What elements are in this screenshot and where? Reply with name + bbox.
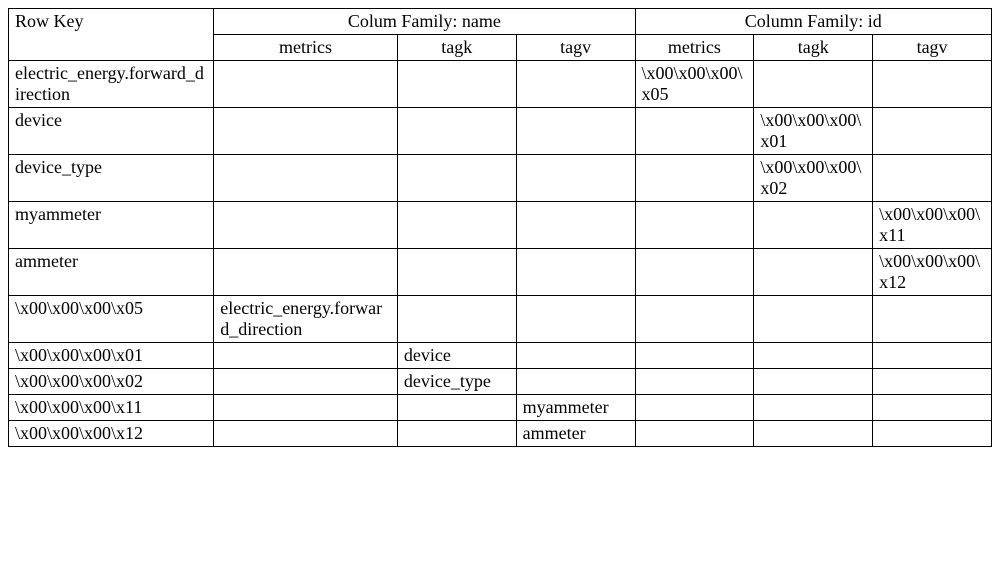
cell-id-metrics [635,395,754,421]
table-row: myammeter \x00\x00\x00\x11 [9,202,992,249]
cell-id-tagv [873,421,992,447]
cell-name-metrics: electric_energy.forward_direction [214,296,398,343]
header-id-tagk: tagk [754,35,873,61]
cell-id-metrics [635,155,754,202]
cell-name-tagk [397,395,516,421]
cell-name-metrics [214,343,398,369]
cell-row-key: \x00\x00\x00\x11 [9,395,214,421]
cell-name-tagk: device_type [397,369,516,395]
cell-name-metrics [214,421,398,447]
table-row: \x00\x00\x00\x02 device_type [9,369,992,395]
cell-name-tagv [516,249,635,296]
header-cf-id: Column Family: id [635,9,992,35]
table-row: ammeter \x00\x00\x00\x12 [9,249,992,296]
cell-row-key: device [9,108,214,155]
cell-name-tagv [516,155,635,202]
cell-row-key: \x00\x00\x00\x05 [9,296,214,343]
cell-row-key: \x00\x00\x00\x12 [9,421,214,447]
cell-name-metrics [214,395,398,421]
cell-id-tagv: \x00\x00\x00\x11 [873,202,992,249]
header-name-metrics: metrics [214,35,398,61]
cell-row-key: myammeter [9,202,214,249]
cell-row-key: electric_energy.forward_direction [9,61,214,108]
table-row: device \x00\x00\x00\x01 [9,108,992,155]
cell-id-metrics: \x00\x00\x00\x05 [635,61,754,108]
cell-name-tagk [397,249,516,296]
cell-row-key: device_type [9,155,214,202]
header-cf-name: Colum Family: name [214,9,635,35]
cell-name-tagv [516,108,635,155]
header-name-tagv: tagv [516,35,635,61]
header-id-tagv: tagv [873,35,992,61]
cell-id-tagv: \x00\x00\x00\x12 [873,249,992,296]
cell-id-metrics [635,296,754,343]
cell-id-metrics [635,108,754,155]
cell-name-tagk: device [397,343,516,369]
cell-name-metrics [214,61,398,108]
table-row: \x00\x00\x00\x05 electric_energy.forward… [9,296,992,343]
cell-id-tagv [873,296,992,343]
cell-name-tagk [397,421,516,447]
cell-id-metrics [635,202,754,249]
cell-id-metrics [635,421,754,447]
cell-id-tagv [873,155,992,202]
header-row-key: Row Key [9,9,214,61]
cell-name-tagv [516,369,635,395]
cell-id-tagk: \x00\x00\x00\x01 [754,108,873,155]
cell-id-tagv [873,61,992,108]
cell-id-metrics [635,369,754,395]
cell-id-tagk: \x00\x00\x00\x02 [754,155,873,202]
cell-name-tagv [516,202,635,249]
cell-name-tagv [516,343,635,369]
cell-name-tagk [397,155,516,202]
cell-id-tagv [873,108,992,155]
cell-id-tagk [754,343,873,369]
table-row: electric_energy.forward_direction \x00\x… [9,61,992,108]
cell-id-tagk [754,296,873,343]
cell-name-metrics [214,202,398,249]
cell-name-tagk [397,202,516,249]
cell-id-tagv [873,343,992,369]
cell-id-tagk [754,202,873,249]
cell-name-metrics [214,249,398,296]
header-name-tagk: tagk [397,35,516,61]
cell-id-metrics [635,343,754,369]
header-row-1: Row Key Colum Family: name Column Family… [9,9,992,35]
table-row: \x00\x00\x00\x01 device [9,343,992,369]
cell-row-key: \x00\x00\x00\x01 [9,343,214,369]
cell-id-tagk [754,61,873,108]
cell-row-key: ammeter [9,249,214,296]
table-row: device_type \x00\x00\x00\x02 [9,155,992,202]
cell-name-metrics [214,155,398,202]
cell-id-tagk [754,421,873,447]
cell-name-tagv [516,296,635,343]
cell-id-metrics [635,249,754,296]
cell-name-tagk [397,108,516,155]
cell-id-tagv [873,369,992,395]
cell-name-tagk [397,296,516,343]
cell-name-tagk [397,61,516,108]
cell-name-tagv [516,61,635,108]
cell-name-tagv: myammeter [516,395,635,421]
cell-name-metrics [214,369,398,395]
table-row: \x00\x00\x00\x11 myammeter [9,395,992,421]
header-id-metrics: metrics [635,35,754,61]
cell-id-tagk [754,369,873,395]
schema-table: Row Key Colum Family: name Column Family… [8,8,992,447]
cell-id-tagv [873,395,992,421]
cell-id-tagk [754,395,873,421]
table-body: electric_energy.forward_direction \x00\x… [9,61,992,447]
cell-id-tagk [754,249,873,296]
table-row: \x00\x00\x00\x12 ammeter [9,421,992,447]
cell-name-tagv: ammeter [516,421,635,447]
cell-name-metrics [214,108,398,155]
cell-row-key: \x00\x00\x00\x02 [9,369,214,395]
